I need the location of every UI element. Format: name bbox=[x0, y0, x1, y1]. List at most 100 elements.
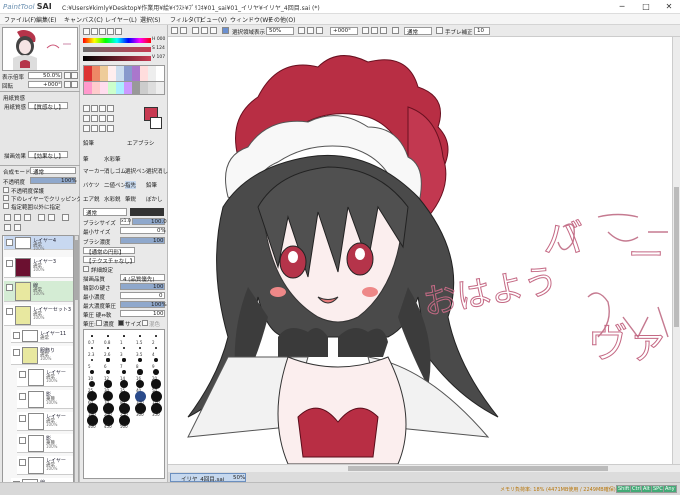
brush-size-preset[interactable] bbox=[107, 335, 109, 337]
tool-blur-2[interactable]: ぼかし bbox=[146, 195, 163, 203]
menu-layer[interactable]: レイヤー(L) bbox=[105, 15, 137, 24]
tool-bucket[interactable]: バケツ bbox=[83, 181, 100, 189]
menu-canvas[interactable]: キャンバス(C) bbox=[64, 15, 103, 24]
undo-icon[interactable] bbox=[171, 27, 178, 34]
menu-select[interactable]: 選択(S) bbox=[140, 15, 161, 24]
tool-watercolor[interactable]: 水彩筆 bbox=[104, 155, 121, 163]
tool-eraser[interactable]: 消しゴム bbox=[104, 167, 126, 175]
brush-size-preset[interactable] bbox=[90, 358, 94, 362]
layer-folder[interactable]: 服飾り 通常 100% bbox=[11, 346, 73, 365]
brush-size-preset[interactable] bbox=[122, 346, 126, 350]
layer-item[interactable]: レイヤー4 通常 100% bbox=[4, 236, 73, 251]
navigator-zoom-field[interactable]: 50.0% bbox=[28, 72, 62, 79]
paper-texture-select[interactable]: 【質感なし】 bbox=[28, 102, 68, 111]
brush-size-preset[interactable] bbox=[89, 369, 95, 375]
brush-size-preset[interactable] bbox=[120, 380, 128, 388]
layer-item[interactable]: 影 乗算 100% bbox=[17, 434, 73, 453]
ref-layer-checkbox[interactable] bbox=[3, 203, 9, 209]
menu-edit[interactable]: 編集(E) bbox=[36, 15, 56, 24]
brush-size-preset[interactable] bbox=[135, 379, 145, 389]
value-slider[interactable] bbox=[83, 56, 151, 61]
zoom-plus-button[interactable] bbox=[71, 72, 78, 79]
redo-icon[interactable] bbox=[180, 27, 187, 34]
move-icon[interactable] bbox=[83, 105, 90, 112]
visibility-toggle[interactable] bbox=[6, 239, 13, 246]
brush-size-preset[interactable] bbox=[106, 346, 110, 350]
eyedropper-icon[interactable] bbox=[107, 115, 114, 122]
zoom-view-icon[interactable] bbox=[91, 125, 98, 132]
clipping-checkbox[interactable] bbox=[3, 195, 9, 201]
hue-slider[interactable] bbox=[83, 38, 151, 43]
canvas[interactable]: おはよう バ ー ヴァ bbox=[168, 37, 672, 465]
zoom-select[interactable]: 50% bbox=[266, 27, 294, 35]
lasso-icon[interactable] bbox=[91, 115, 98, 122]
visibility-toggle[interactable] bbox=[19, 459, 26, 466]
visibility-toggle[interactable] bbox=[13, 332, 20, 339]
eyedropper-view-icon[interactable] bbox=[107, 125, 114, 132]
visibility-toggle[interactable] bbox=[19, 393, 26, 400]
brush-texture-select[interactable]: 【テクスチャなし】 bbox=[83, 256, 135, 265]
document-tab[interactable]: イリヤ_4回目.sai 50% bbox=[170, 473, 246, 483]
new-folder-button[interactable] bbox=[24, 214, 31, 221]
magic-wand-icon[interactable] bbox=[99, 115, 106, 122]
brush-size-preset[interactable] bbox=[88, 380, 96, 388]
select-all-icon[interactable] bbox=[210, 27, 217, 34]
brush-shape-select[interactable]: 【通常の円形】 bbox=[83, 247, 135, 256]
brush-size-preset[interactable] bbox=[121, 369, 127, 375]
transfer-down-button[interactable] bbox=[38, 214, 45, 221]
tool-select-eraser[interactable]: 選択消し bbox=[146, 167, 168, 175]
advanced-expand-icon[interactable] bbox=[83, 266, 89, 272]
scroll-thumb[interactable] bbox=[75, 240, 78, 300]
clear-layer-button[interactable] bbox=[4, 224, 11, 231]
layer-list-scrollbar[interactable] bbox=[74, 235, 79, 493]
layer-item[interactable]: 影 乗算 100% bbox=[17, 390, 73, 409]
deselect-icon[interactable] bbox=[192, 27, 199, 34]
rotate-left-button[interactable] bbox=[64, 81, 71, 88]
pressure-blend-checkbox[interactable] bbox=[142, 320, 148, 326]
delete-layer-button[interactable] bbox=[62, 214, 69, 221]
crosshair-icon[interactable] bbox=[83, 125, 90, 132]
brush-mode-select[interactable]: 通常 bbox=[83, 208, 127, 217]
menu-other[interactable]: その他(O) bbox=[268, 15, 295, 24]
tool-pencil-2[interactable]: 鉛筆 bbox=[146, 181, 157, 189]
quality-select[interactable]: 4 (品質優先) bbox=[120, 274, 165, 283]
tool-airbrush-2[interactable]: エア鋭 bbox=[83, 195, 100, 203]
paper-effect-select[interactable]: 【効果なし】 bbox=[28, 151, 68, 160]
menu-view[interactable]: ビュー(V) bbox=[200, 15, 227, 24]
stabilizer-select[interactable]: 10 bbox=[474, 27, 490, 35]
brush-size-preset[interactable] bbox=[91, 347, 93, 349]
layer-item[interactable]: レイヤー 通常 100% bbox=[17, 412, 73, 431]
brush-size-preset[interactable] bbox=[154, 358, 158, 362]
zoom-minus-button[interactable] bbox=[64, 72, 71, 79]
zoom-in-icon[interactable] bbox=[307, 27, 314, 34]
horizontal-scroll-thumb[interactable] bbox=[348, 466, 608, 471]
tool-pencil[interactable]: 鉛筆 bbox=[83, 139, 94, 147]
navigator-preview[interactable] bbox=[2, 27, 78, 71]
max-pressure-slider[interactable]: 100% bbox=[120, 301, 167, 308]
brush-size-preset[interactable] bbox=[105, 369, 111, 375]
layer-item[interactable]: レイヤー3 通常 100% bbox=[4, 257, 73, 278]
menu-window[interactable]: ウィンドウ(W) bbox=[230, 15, 271, 24]
layer-folder[interactable]: レイヤーセット3 通常 100% bbox=[4, 305, 73, 326]
stabilizer-icon[interactable] bbox=[436, 27, 443, 34]
tool-blur[interactable]: 指先 bbox=[125, 181, 137, 189]
rotate-right-button[interactable] bbox=[71, 81, 78, 88]
visibility-toggle[interactable] bbox=[6, 284, 13, 291]
visibility-toggle[interactable] bbox=[19, 437, 26, 444]
tool-brush-2[interactable]: 筆鋭 bbox=[125, 195, 136, 203]
brush-size-preset[interactable] bbox=[122, 358, 126, 362]
tool-watercolor-2[interactable]: 水彩鋭 bbox=[104, 195, 121, 203]
copy-layer-button[interactable] bbox=[14, 224, 21, 231]
rotate-cw-icon[interactable] bbox=[371, 27, 378, 34]
tool-airbrush[interactable]: エアブラシ bbox=[127, 139, 154, 147]
rotate-icon[interactable] bbox=[99, 105, 106, 112]
layer-item[interactable]: レイヤー 通常 100% bbox=[17, 456, 73, 475]
swatch-icon[interactable] bbox=[107, 28, 114, 35]
protect-opacity-checkbox[interactable] bbox=[3, 187, 9, 193]
brush-size-preset[interactable] bbox=[155, 335, 157, 337]
hsv-slider-icon[interactable] bbox=[99, 28, 106, 35]
zoom-out-icon[interactable] bbox=[298, 27, 305, 34]
brush-size-preset[interactable] bbox=[91, 335, 93, 337]
brush-size-preset[interactable] bbox=[154, 346, 158, 350]
menu-file[interactable]: ファイル(F) bbox=[4, 15, 36, 24]
